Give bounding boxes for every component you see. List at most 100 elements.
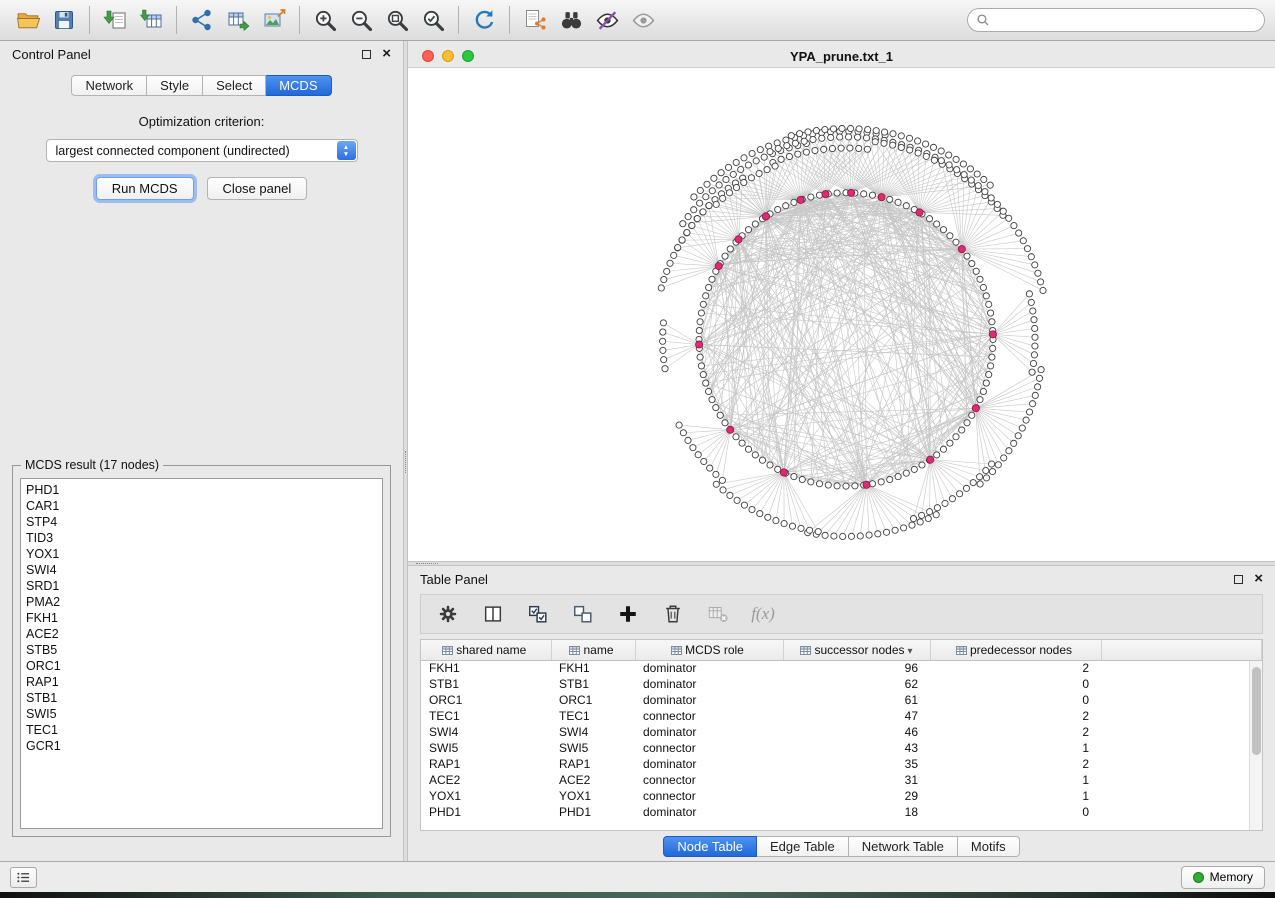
- float-table-panel-icon[interactable]: [1234, 575, 1243, 584]
- mcds-result-item[interactable]: GCR1: [26, 738, 377, 754]
- table-row[interactable]: STB1STB1dominator620: [421, 676, 1262, 692]
- table-cell[interactable]: 31: [783, 772, 930, 788]
- tab-node-table[interactable]: Node Table: [663, 836, 757, 857]
- mcds-result-item[interactable]: STB1: [26, 690, 377, 706]
- table-cell[interactable]: 2: [930, 724, 1101, 740]
- column-header[interactable]: shared name: [421, 640, 551, 660]
- mcds-result-item[interactable]: SWI5: [26, 706, 377, 722]
- task-history-button[interactable]: [10, 867, 37, 888]
- table-cell[interactable]: 47: [783, 708, 930, 724]
- table-cell[interactable]: 46: [783, 724, 930, 740]
- tab-mcds[interactable]: MCDS: [266, 75, 331, 96]
- search-input[interactable]: [995, 13, 1256, 27]
- table-cell[interactable]: dominator: [635, 660, 783, 676]
- table-options-button[interactable]: [433, 599, 463, 629]
- scrollbar-thumb[interactable]: [1252, 667, 1261, 755]
- table-cell[interactable]: connector: [635, 772, 783, 788]
- column-header[interactable]: predecessor nodes: [930, 640, 1101, 660]
- table-cell[interactable]: connector: [635, 708, 783, 724]
- mcds-result-item[interactable]: ORC1: [26, 658, 377, 674]
- table-row[interactable]: TEC1TEC1connector472: [421, 708, 1262, 724]
- mcds-result-item[interactable]: PHD1: [26, 482, 377, 498]
- column-header[interactable]: name: [551, 640, 635, 660]
- window-minimize-icon[interactable]: [442, 50, 454, 62]
- tab-style[interactable]: Style: [147, 75, 203, 96]
- table-cell[interactable]: SWI5: [551, 740, 635, 756]
- table-cell[interactable]: PHD1: [551, 804, 635, 820]
- mcds-result-item[interactable]: TEC1: [26, 722, 377, 738]
- float-panel-icon[interactable]: [362, 50, 371, 59]
- table-cell[interactable]: 35: [783, 756, 930, 772]
- table-cell[interactable]: STB1: [551, 676, 635, 692]
- table-cell[interactable]: FKH1: [421, 660, 551, 676]
- table-cell[interactable]: 1: [930, 740, 1101, 756]
- vertical-splitter[interactable]: [403, 41, 408, 861]
- table-cell[interactable]: ACE2: [421, 772, 551, 788]
- tab-select[interactable]: Select: [203, 75, 266, 96]
- mcds-result-item[interactable]: PMA2: [26, 594, 377, 610]
- zoom-out-button[interactable]: [343, 4, 379, 36]
- table-cell[interactable]: YOX1: [421, 788, 551, 804]
- export-image-button[interactable]: [256, 4, 292, 36]
- zoom-in-button[interactable]: [307, 4, 343, 36]
- close-panel-button[interactable]: Close panel: [207, 177, 308, 200]
- network-canvas[interactable]: [408, 68, 1275, 561]
- table-row[interactable]: SWI5SWI5connector431: [421, 740, 1262, 756]
- table-row[interactable]: ACE2ACE2connector311: [421, 772, 1262, 788]
- mcds-result-item[interactable]: CAR1: [26, 498, 377, 514]
- table-cell[interactable]: TEC1: [421, 708, 551, 724]
- table-cell[interactable]: connector: [635, 788, 783, 804]
- table-cell[interactable]: PHD1: [421, 804, 551, 820]
- tab-edge-table[interactable]: Edge Table: [757, 836, 849, 857]
- table-cell[interactable]: 0: [930, 676, 1101, 692]
- hide-graphics-details-button[interactable]: [589, 4, 625, 36]
- mcds-result-list[interactable]: PHD1CAR1STP4TID3YOX1SWI4SRD1PMA2FKH1ACE2…: [20, 478, 383, 829]
- column-header[interactable]: successor nodes▾: [783, 640, 930, 660]
- criterion-dropdown[interactable]: largest connected component (undirected)…: [46, 139, 358, 162]
- table-cell[interactable]: TEC1: [551, 708, 635, 724]
- table-cell[interactable]: 1: [930, 788, 1101, 804]
- table-row[interactable]: YOX1YOX1connector291: [421, 788, 1262, 804]
- table-cell[interactable]: 62: [783, 676, 930, 692]
- memory-button[interactable]: Memory: [1181, 866, 1265, 889]
- table-cell[interactable]: SWI4: [551, 724, 635, 740]
- table-cell[interactable]: 43: [783, 740, 930, 756]
- tab-network[interactable]: Network: [71, 75, 147, 96]
- open-file-button[interactable]: [10, 4, 46, 36]
- table-cell[interactable]: 29: [783, 788, 930, 804]
- table-cell[interactable]: ORC1: [421, 692, 551, 708]
- table-row[interactable]: PHD1PHD1dominator180: [421, 804, 1262, 820]
- table-cell[interactable]: dominator: [635, 692, 783, 708]
- save-session-button[interactable]: [46, 4, 82, 36]
- table-cell[interactable]: ACE2: [551, 772, 635, 788]
- find-button[interactable]: [553, 4, 589, 36]
- table-cell[interactable]: 0: [930, 692, 1101, 708]
- table-cell[interactable]: 2: [930, 660, 1101, 676]
- table-row[interactable]: ORC1ORC1dominator610: [421, 692, 1262, 708]
- table-cell[interactable]: 61: [783, 692, 930, 708]
- table-cell[interactable]: FKH1: [551, 660, 635, 676]
- network-window-titlebar[interactable]: YPA_prune.txt_1: [408, 45, 1275, 67]
- select-all-button[interactable]: [523, 599, 553, 629]
- mcds-result-item[interactable]: ACE2: [26, 626, 377, 642]
- table-row[interactable]: FKH1FKH1dominator962: [421, 660, 1262, 676]
- delete-column-button[interactable]: [658, 599, 688, 629]
- close-panel-icon[interactable]: ×: [382, 48, 391, 60]
- table-row[interactable]: SWI4SWI4dominator462: [421, 724, 1262, 740]
- mcds-result-item[interactable]: YOX1: [26, 546, 377, 562]
- mcds-result-item[interactable]: SRD1: [26, 578, 377, 594]
- window-close-icon[interactable]: [422, 50, 434, 62]
- window-maximize-icon[interactable]: [462, 50, 474, 62]
- import-table-button[interactable]: [133, 4, 169, 36]
- export-table-button[interactable]: [220, 4, 256, 36]
- table-cell[interactable]: RAP1: [551, 756, 635, 772]
- horizontal-splitter[interactable]: [408, 561, 1275, 566]
- search-box[interactable]: [967, 8, 1265, 32]
- table-cell[interactable]: 2: [930, 756, 1101, 772]
- table-cell[interactable]: 96: [783, 660, 930, 676]
- table-cell[interactable]: ORC1: [551, 692, 635, 708]
- table-cell[interactable]: dominator: [635, 804, 783, 820]
- table-cell[interactable]: YOX1: [551, 788, 635, 804]
- table-cell[interactable]: 2: [930, 708, 1101, 724]
- table-scrollbar[interactable]: [1249, 661, 1262, 830]
